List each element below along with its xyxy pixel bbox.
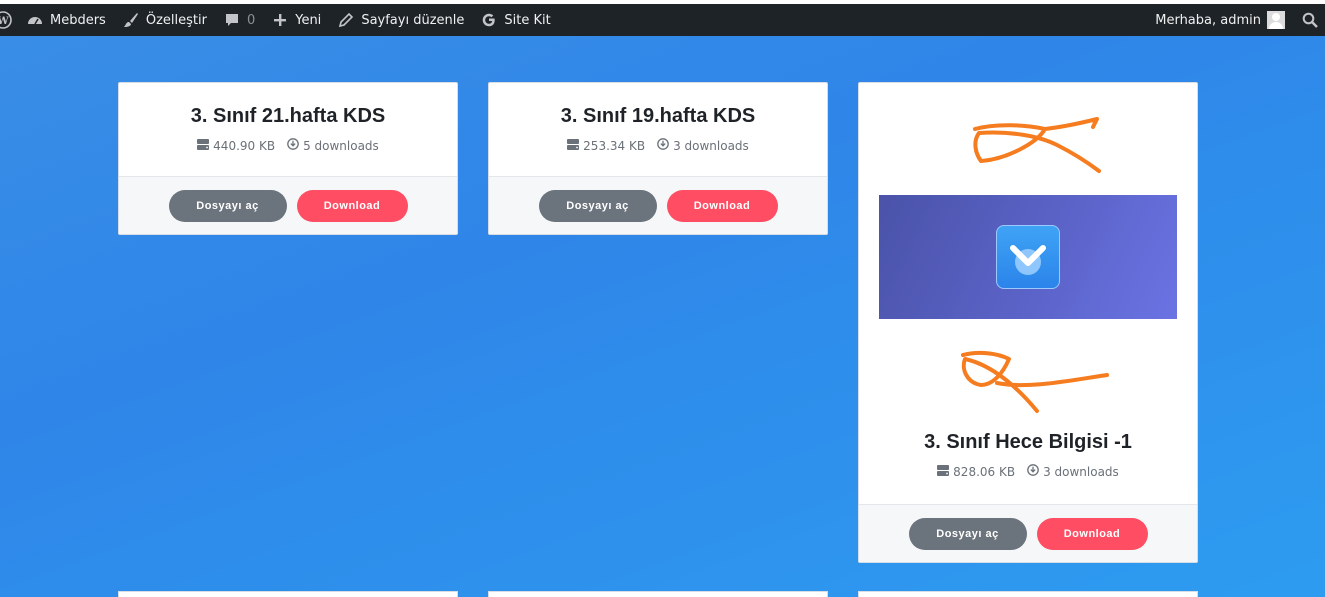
download-count: 5 downloads <box>303 138 379 153</box>
card-meta: 440.90 KB 5 downloads <box>119 138 457 153</box>
site-kit-menu[interactable]: Site Kit <box>472 4 558 36</box>
download-card-partial <box>858 591 1198 597</box>
site-name: Mebders <box>50 12 106 28</box>
download-count: 3 downloads <box>1043 464 1119 479</box>
server-icon <box>567 138 580 153</box>
download-card: 3. Sınıf Hece Bilgisi -1 828.06 KB 3 dow… <box>858 82 1198 563</box>
card-actions: Dosyayı aç Download <box>489 176 827 234</box>
edit-page-link[interactable]: Sayfayı düzenle <box>329 4 472 36</box>
greeting: Merhaba, admin <box>1155 12 1261 28</box>
download-card: 3. Sınıf 19.hafta KDS 253.34 KB 3 downlo… <box>488 82 828 235</box>
download-card: 3. Sınıf 21.hafta KDS 440.90 KB 5 downlo… <box>118 82 458 235</box>
file-preview-image <box>879 195 1177 319</box>
download-card-partial <box>118 591 458 597</box>
download-manager-logo-icon <box>996 225 1060 289</box>
customize-link[interactable]: Özelleştir <box>114 4 215 36</box>
download-circle-icon <box>287 138 299 153</box>
card-actions: Dosyayı aç Download <box>859 504 1197 562</box>
file-size: 253.34 KB <box>583 138 646 153</box>
my-account-menu[interactable]: Merhaba, admin <box>1147 4 1293 36</box>
file-size: 440.90 KB <box>213 138 276 153</box>
search-button[interactable] <box>1293 4 1325 36</box>
download-count: 3 downloads <box>673 138 749 153</box>
download-button[interactable]: Download <box>296 189 408 222</box>
avatar <box>1267 11 1285 29</box>
download-circle-icon <box>657 138 669 153</box>
file-size: 828.06 KB <box>953 464 1016 479</box>
brush-icon <box>122 11 140 29</box>
server-icon <box>937 464 950 479</box>
card-title[interactable]: 3. Sınıf 21.hafta KDS <box>119 105 457 128</box>
card-actions: Dosyayı aç Download <box>119 176 457 234</box>
download-circle-icon <box>1027 464 1039 479</box>
google-g-icon <box>480 11 498 29</box>
dashboard-icon <box>26 11 44 29</box>
search-icon <box>1301 11 1319 29</box>
site-name-menu[interactable]: Mebders <box>18 4 114 36</box>
scribble-mark <box>961 350 1109 413</box>
new-label: Yeni <box>295 12 322 28</box>
download-button[interactable]: Download <box>666 189 778 222</box>
comment-icon <box>223 11 241 29</box>
server-icon <box>197 138 210 153</box>
new-content-menu[interactable]: Yeni <box>263 4 329 36</box>
pencil-icon <box>337 11 355 29</box>
wordpress-logo-icon: W <box>0 11 12 29</box>
card-meta: 253.34 KB 3 downloads <box>489 138 827 153</box>
card-title[interactable]: 3. Sınıf 19.hafta KDS <box>489 105 827 128</box>
scribble-mark <box>973 117 1101 173</box>
svg-text:W: W <box>0 16 9 27</box>
comments-link[interactable]: 0 <box>215 4 263 36</box>
card-meta: 828.06 KB 3 downloads <box>859 464 1197 479</box>
edit-page-label: Sayfayı düzenle <box>361 12 465 28</box>
wordpress-menu[interactable]: W <box>0 4 12 36</box>
customize-label: Özelleştir <box>145 12 207 28</box>
open-file-button[interactable]: Dosyayı aç <box>168 189 287 222</box>
download-card-partial <box>488 591 828 597</box>
open-file-button[interactable]: Dosyayı aç <box>908 517 1027 550</box>
plus-icon <box>271 11 289 29</box>
comments-count: 0 <box>246 12 256 28</box>
download-button[interactable]: Download <box>1036 517 1148 550</box>
site-kit-label: Site Kit <box>504 12 551 28</box>
card-title[interactable]: 3. Sınıf Hece Bilgisi -1 <box>859 431 1197 454</box>
admin-bar: W Mebders Özelleştir 0 Yeni Sayfayı düze… <box>0 4 1325 36</box>
admin-bar-secondary: Merhaba, admin <box>1147 4 1325 36</box>
open-file-button[interactable]: Dosyayı aç <box>538 189 657 222</box>
